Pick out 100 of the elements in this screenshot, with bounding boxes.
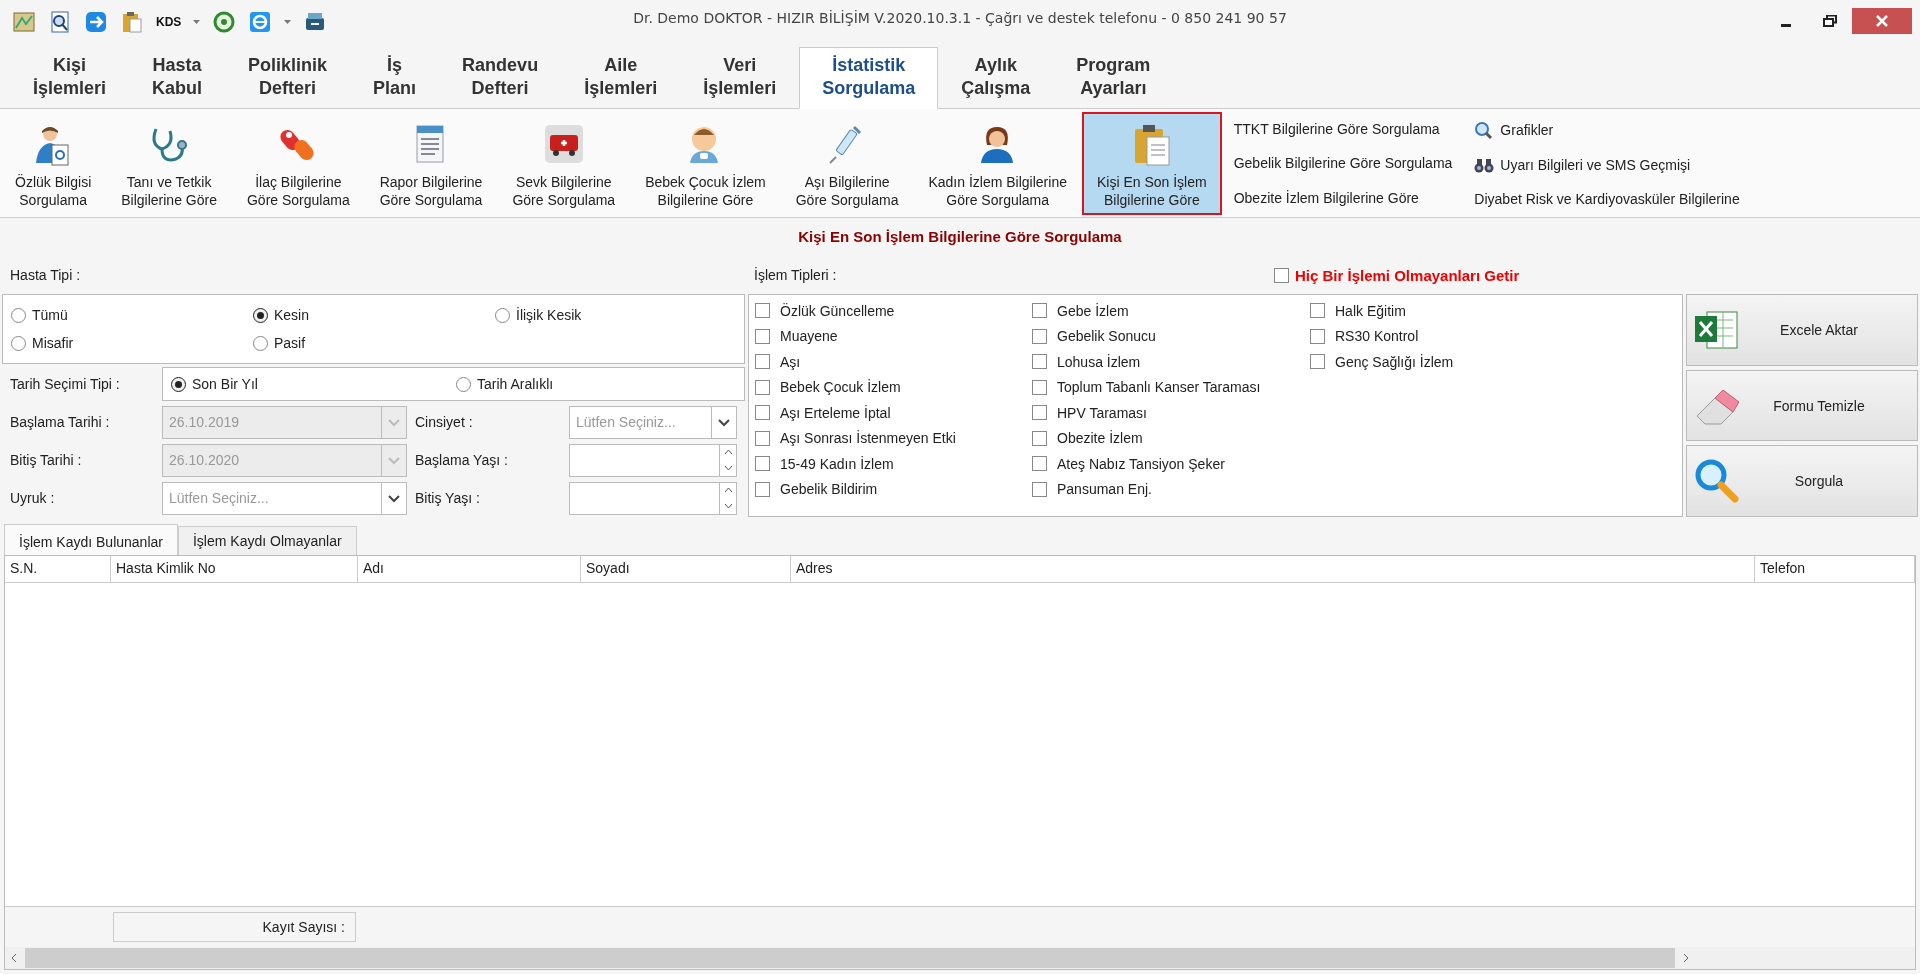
menu-tab[interactable]: Hasta Kabul (129, 47, 226, 109)
radio-option[interactable]: Son Bir Yıl (171, 368, 456, 400)
menu-tab[interactable]: Veri İşlemleri (680, 47, 800, 109)
search-icon[interactable] (48, 10, 72, 34)
scroll-right-icon[interactable] (1683, 953, 1689, 963)
checkbox[interactable]: Lohusa İzlem (1032, 349, 1310, 375)
ribbon-button[interactable]: Özlük Bilgisi Sorgulama (0, 112, 107, 215)
menu-tab[interactable]: Program Ayarları (1053, 47, 1174, 109)
radio-option[interactable]: İlişik Kesik (495, 301, 736, 329)
record-count-label: Kayıt Sayısı : (113, 912, 356, 942)
checkbox[interactable]: Pansuman Enj. (1032, 476, 1310, 502)
radio-option[interactable]: Kesin (253, 301, 495, 329)
caret-icon[interactable] (193, 20, 201, 24)
checkbox[interactable]: Hiç Bir İşlemi Olmayanları Getir (1274, 262, 1520, 288)
ribbon-link[interactable]: Grafikler (1474, 120, 1740, 139)
field-label: Bitiş Tarihi : (9, 452, 83, 468)
checkbox[interactable]: Muayene (755, 323, 1032, 349)
scroll-left-icon[interactable] (11, 953, 17, 963)
number-field[interactable] (569, 443, 719, 477)
restore-icon (1823, 15, 1837, 27)
checkbox[interactable]: Gebelik Bildirim (755, 476, 1032, 502)
checkbox[interactable]: Ateş Nabız Tansiyon Şeker (1032, 451, 1310, 477)
ribbon-button[interactable]: Sevk Bilgilerine Göre Sorgulama (497, 112, 631, 215)
ribbon-button[interactable]: Kişi En Son İşlem Bilgilerine Göre (1081, 112, 1222, 215)
caret-icon[interactable] (284, 20, 292, 24)
checkbox[interactable]: 15-49 Kadın İzlem (755, 451, 1032, 477)
action-button[interactable]: Excele Aktar (1686, 294, 1918, 366)
column-header[interactable]: Adı (358, 556, 581, 582)
checkbox[interactable]: Toplum Tabanlı Kanser Taraması (1032, 374, 1310, 400)
ribbon-link[interactable]: TTKT Bilgilerine Göre Sorgulama (1233, 121, 1453, 138)
column-header[interactable]: Adres (791, 556, 1755, 582)
checkbox[interactable]: HPV Taraması (1032, 400, 1310, 426)
menu-tab[interactable]: Aile İşlemleri (561, 47, 681, 109)
field-label: Bitiş Yaşı : (414, 490, 481, 506)
chevron-icon[interactable] (718, 417, 730, 427)
radio-option[interactable]: Pasif (253, 329, 495, 357)
field-label: İşlem Tipleri : (753, 267, 838, 283)
ribbon-link[interactable]: Gebelik Bilgilerine Göre Sorgulama (1233, 155, 1453, 172)
checkbox[interactable]: RS30 Kontrol (1310, 323, 1676, 349)
ribbon-button[interactable]: Bebek Çocuk İzlem Bilgilerine Göre (630, 112, 781, 215)
checkbox[interactable]: Aşı (755, 349, 1032, 375)
ribbon-button[interactable]: Tanı ve Tetkik Bilgilerine Göre (106, 112, 232, 215)
field-label: Başlama Yaşı : (414, 452, 509, 468)
field-label: Cinsiyet : (414, 414, 474, 430)
field-label: Tarih Seçimi Tipi : (9, 376, 121, 392)
section-title: Kişi En Son İşlem Bilgilerine Göre Sorgulama (797, 227, 1123, 247)
dropdown-button[interactable] (711, 405, 737, 439)
dropdown-field[interactable]: Lütfen Seçiniz... (569, 405, 711, 439)
action-button[interactable]: Sorgula (1686, 445, 1918, 517)
menu-tab[interactable]: Randevu Defteri (439, 47, 562, 109)
search-icon (1693, 457, 1741, 506)
ribbon-link[interactable]: Obezite İzlem Bilgilerine Göre (1233, 189, 1453, 206)
menu-tab[interactable]: Aylık Çalışma (938, 47, 1054, 109)
number-field[interactable] (569, 481, 719, 515)
window-title: Dr. Demo DOKTOR - HIZIR BİLİŞİM V.2020.10.3.1 - Çağrı ve destek telefonu - 0 850 241 90 57 (633, 10, 1287, 28)
checkbox[interactable]: Aşı Sonrası İstenmeyen Etki (755, 425, 1032, 451)
checkbox[interactable]: Aşı Erteleme İptal (755, 400, 1032, 426)
action-button[interactable]: Formu Temizle (1686, 369, 1918, 442)
ribbon-button[interactable]: Aşı Bilgilerine Göre Sorgulama (780, 112, 914, 215)
checkbox[interactable]: Gebe İzlem (1032, 298, 1310, 324)
ribbon-button[interactable]: İlaç Bilgilerine Göre Sorgulama (231, 112, 365, 215)
map-icon[interactable] (12, 10, 36, 34)
kds-button[interactable]: KDS (156, 13, 182, 31)
search-icon (1474, 120, 1495, 139)
spin-button[interactable] (719, 481, 737, 515)
field-label: Uyruk : (9, 490, 56, 506)
menu-tab[interactable]: İş Planı (350, 47, 440, 109)
column-header[interactable]: Soyadı (581, 556, 791, 582)
dropdown-button[interactable] (381, 481, 407, 515)
spin-button[interactable] (719, 443, 737, 477)
ribbon-link[interactable]: Uyarı Bilgileri ve SMS Geçmişi (1474, 155, 1740, 174)
scrollbar-thumb[interactable] (25, 948, 1675, 968)
ribbon-button[interactable]: Kadın İzlem Bilgilerine Göre Sorgulama (913, 112, 1082, 215)
clipboard-icon[interactable] (120, 10, 144, 34)
column-header[interactable]: Telefon (1755, 556, 1915, 582)
radio-option[interactable]: Misafir (11, 329, 253, 357)
checkbox[interactable]: Gebelik Sonucu (1032, 323, 1310, 349)
minimize-icon (1781, 23, 1791, 27)
browser-icon[interactable] (248, 10, 273, 34)
checkbox[interactable]: Obezite İzlem (1032, 425, 1310, 451)
ribbon-link[interactable]: Diyabet Risk ve Kardiyovasküler Bilgilerine (1474, 190, 1740, 207)
checkbox[interactable]: Bebek Çocuk İzlem (755, 374, 1032, 400)
dropdown-field[interactable]: Lütfen Seçiniz... (162, 481, 381, 515)
menu-tab[interactable]: Kişi İşlemleri (10, 47, 130, 109)
column-header[interactable]: Hasta Kimlik No (111, 556, 358, 582)
close-icon (1876, 15, 1888, 27)
close-button[interactable] (1852, 8, 1912, 34)
tab[interactable]: İşlem Kaydı Olmayanlar (177, 526, 357, 555)
checkbox[interactable]: Özlük Güncelleme (755, 298, 1032, 324)
tab[interactable]: İşlem Kaydı Bulunanlar (4, 524, 178, 556)
radio-option[interactable]: Tarih Aralıklı (456, 368, 736, 400)
column-header[interactable]: S.N. (5, 556, 111, 582)
chevron-icon[interactable] (388, 493, 400, 503)
checkbox[interactable]: Genç Sağlığı İzlem (1310, 349, 1676, 375)
menu-tab[interactable]: İstatistik Sorgulama (799, 47, 939, 109)
menu-tab[interactable]: Poliklinik Defteri (225, 47, 351, 109)
field-label: Hasta Tipi : (9, 267, 82, 283)
checkbox[interactable]: Halk Eğitim (1310, 298, 1676, 324)
radio-option[interactable]: Tümü (11, 301, 253, 329)
ribbon-button[interactable]: Rapor Bilgilerine Göre Sorgulama (364, 112, 498, 215)
